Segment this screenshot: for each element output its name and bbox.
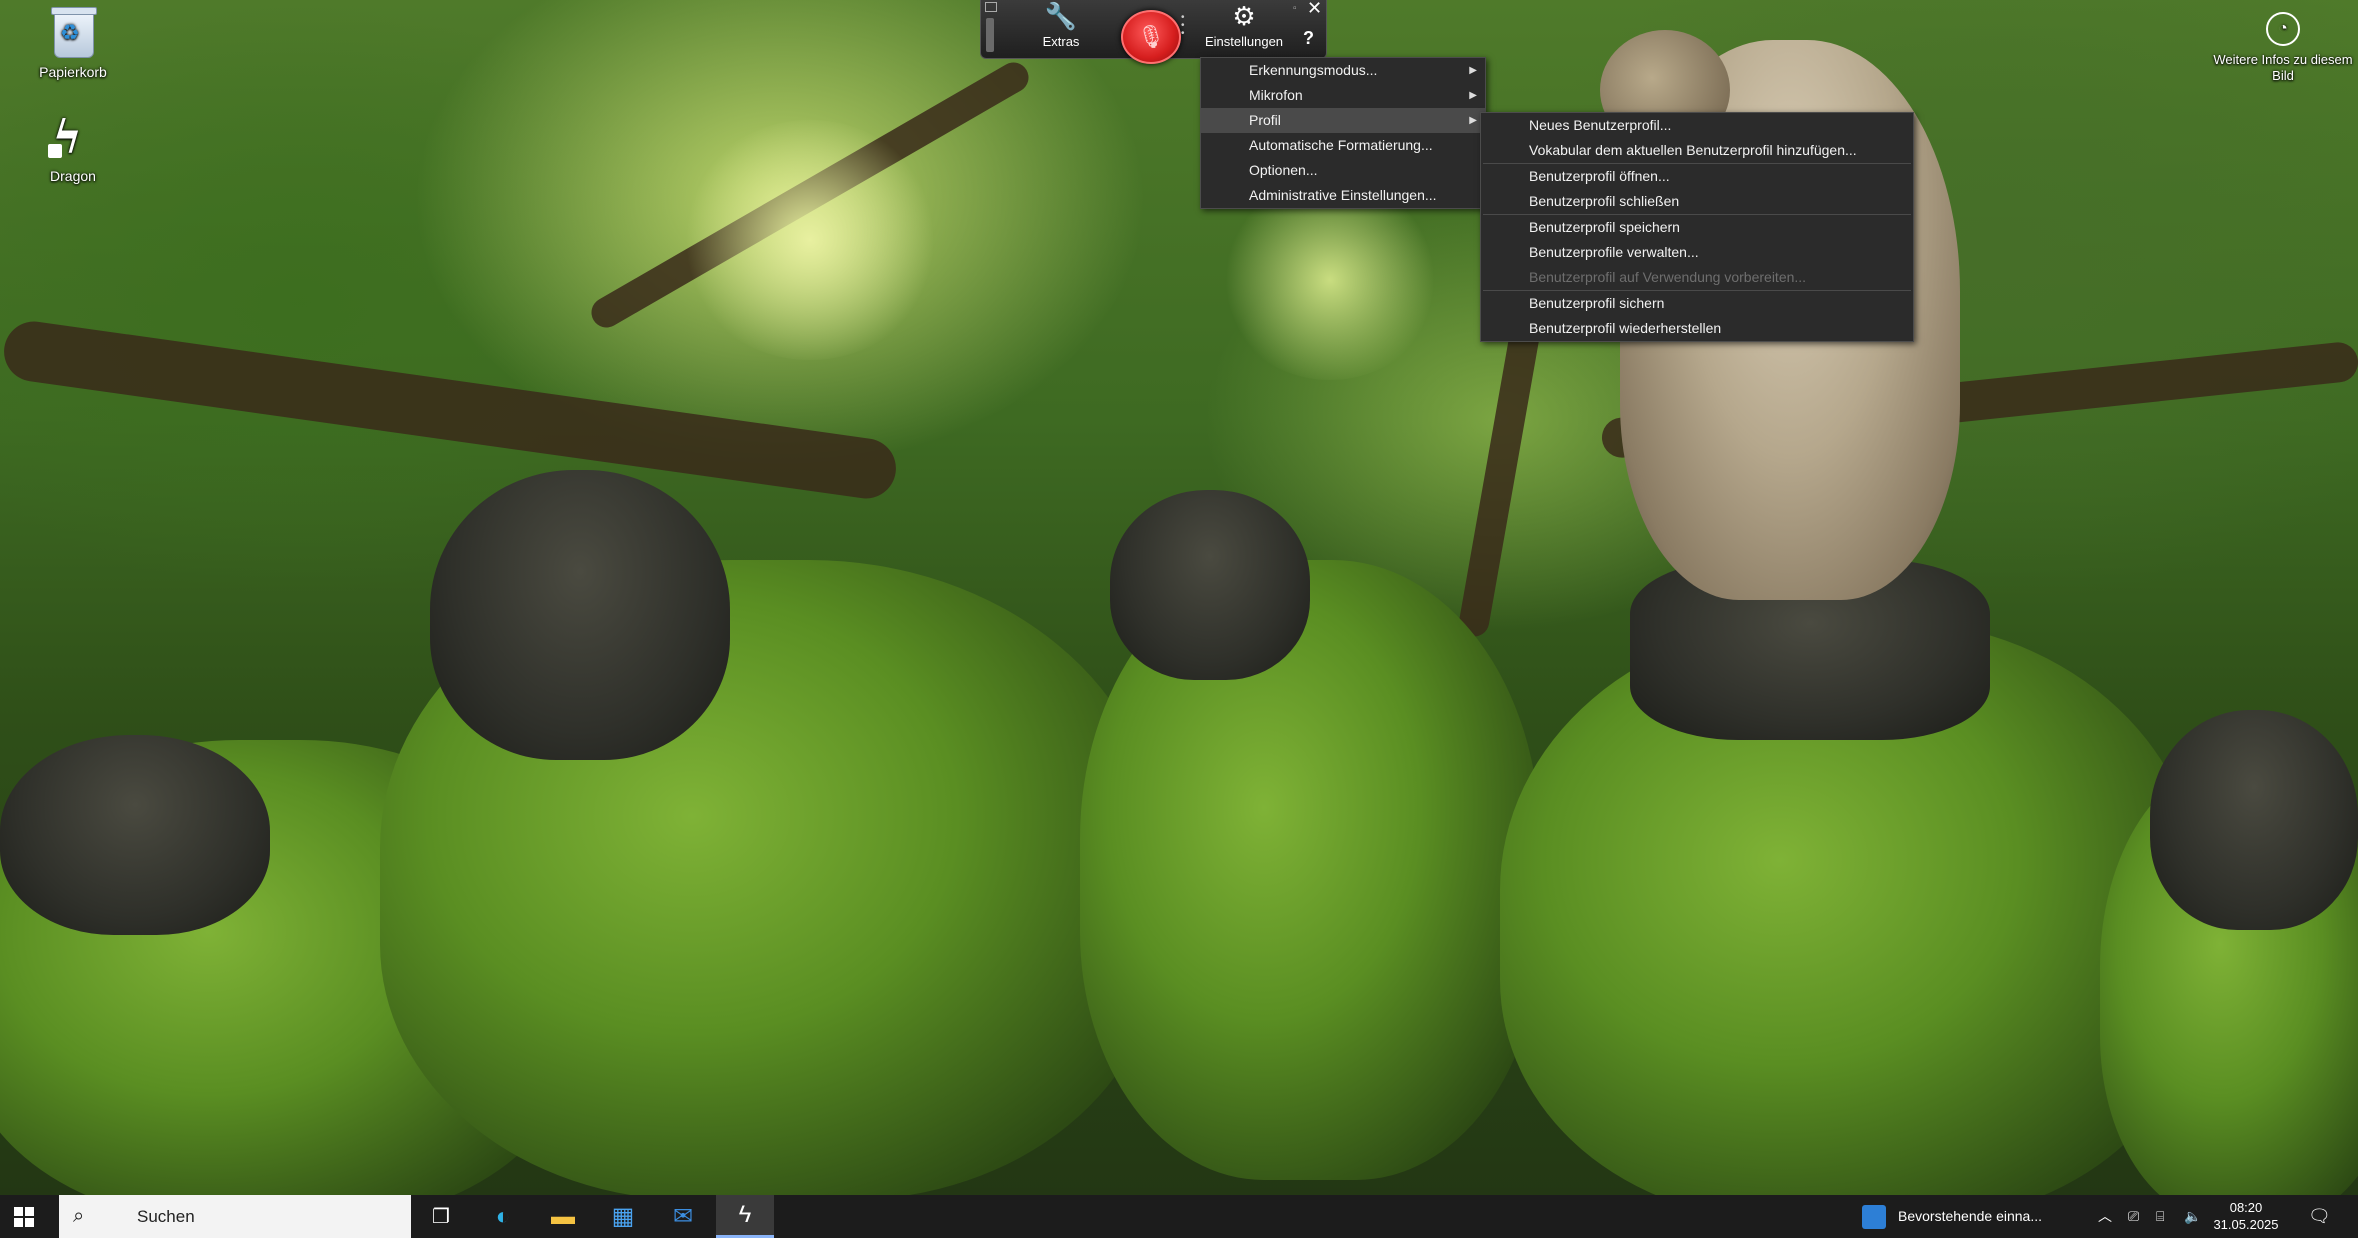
chevron-right-icon: ▶ [1469, 90, 1477, 101]
menu-item-label: Benutzerprofil auf Verwendung vorbereite… [1529, 269, 1807, 285]
desktop-icon-dragon[interactable]: ϟ Dragon [18, 110, 128, 184]
menu-item-label: Benutzerprofil sichern [1529, 295, 1665, 311]
task-view-icon[interactable]: ❐ [412, 1195, 470, 1238]
menu-item-label: Benutzerprofil öffnen... [1529, 168, 1670, 184]
gear-icon: ⚙ [1232, 1, 1256, 31]
news-widget-text[interactable]: Bevorstehende einna... [1898, 1195, 2042, 1238]
menu-item-mikrofon[interactable]: Mikrofon ▶ [1201, 83, 1485, 108]
menu-item-benutzerprofil-vorbereiten: Benutzerprofil auf Verwendung vorbereite… [1481, 265, 1913, 290]
menu-item-automatische-formatierung[interactable]: Automatische Formatierung... [1201, 133, 1485, 158]
mail-icon[interactable]: ✉ [654, 1195, 712, 1238]
camera-info-icon: ◔ [2266, 12, 2300, 46]
settings-label: Einstellungen [1204, 34, 1284, 49]
windows-start-icon[interactable] [14, 1207, 34, 1227]
settings-button[interactable]: ⚙ Einstellungen [1199, 0, 1289, 49]
dragon-bar: 🔧 Extras 🎙 • • • ⚙ Einstellungen ▫ ✕ ? [980, 0, 1327, 64]
menu-item-label: Benutzerprofil speichern [1529, 219, 1680, 235]
menu-item-label: Administrative Einstellungen... [1249, 187, 1437, 203]
clock-date: 31.05.2025 [2213, 1217, 2279, 1232]
device-icon[interactable]: ⎚ [2128, 1195, 2139, 1238]
menu-item-label: Erkennungsmodus... [1249, 62, 1378, 78]
menu-item-benutzerprofil-schliessen[interactable]: Benutzerprofil schließen [1481, 189, 1913, 214]
store-icon[interactable]: ▦ [594, 1195, 652, 1238]
menu-item-label: Vokabular dem aktuellen Benutzerprofil h… [1529, 142, 1857, 158]
statue-head [0, 735, 270, 935]
menu-item-optionen[interactable]: Optionen... [1201, 158, 1485, 183]
menu-item-benutzerprofile-verwalten[interactable]: Benutzerprofile verwalten... [1481, 240, 1913, 265]
menu-item-erkennungsmodus[interactable]: Erkennungsmodus... ▶ [1201, 58, 1485, 83]
volume-icon[interactable]: 🔈 [2184, 1195, 2201, 1238]
image-info-label: Weitere Infos zu diesem Bild [2213, 52, 2353, 83]
menu-item-label: Mikrofon [1249, 87, 1303, 103]
taskbar-search-input[interactable]: ⌕ Suchen [59, 1195, 411, 1238]
edge-icon[interactable]: ◐ [474, 1195, 532, 1238]
extras-label: Extras [1042, 34, 1080, 49]
menu-item-label: Benutzerprofil wiederherstellen [1529, 320, 1722, 336]
mic-level-indicator: • • • [1181, 12, 1185, 39]
search-icon: ⌕ [73, 1205, 85, 1227]
minimize-icon[interactable] [985, 2, 997, 12]
menu-item-label: Automatische Formatierung... [1249, 137, 1433, 153]
light-patch [1220, 180, 1440, 380]
menu-item-label: Benutzerprofil schließen [1529, 193, 1680, 209]
menu-item-label: Neues Benutzerprofil... [1529, 117, 1672, 133]
taskbar-clock[interactable]: 08:20 31.05.2025 [2204, 1199, 2288, 1233]
desktop-icon-label: Dragon [50, 168, 96, 184]
dragon-icon: ϟ [46, 110, 100, 164]
wrench-icon: 🔧 [1044, 1, 1078, 31]
extras-button[interactable]: 🔧 Extras [1031, 0, 1091, 49]
recycle-bin-icon: ♻ [46, 6, 100, 60]
menu-item-benutzerprofil-sichern[interactable]: Benutzerprofil sichern [1481, 291, 1913, 316]
menu-item-benutzerprofil-wiederherstellen[interactable]: Benutzerprofil wiederherstellen [1481, 316, 1913, 341]
menu-item-benutzerprofil-oeffnen[interactable]: Benutzerprofil öffnen... [1481, 164, 1913, 189]
menu-item-administrative-einstellungen[interactable]: Administrative Einstellungen... [1201, 183, 1485, 208]
profile-submenu: Neues Benutzerprofil... Vokabular dem ak… [1480, 112, 1914, 342]
network-icon[interactable]: ⌸ [2156, 1195, 2164, 1238]
chevron-right-icon: ▶ [1469, 65, 1477, 76]
chevron-up-icon[interactable]: ︿ [2098, 1195, 2112, 1238]
statue-head [1110, 490, 1310, 680]
news-icon[interactable] [1862, 1205, 1886, 1229]
menu-item-label: Benutzerprofile verwalten... [1529, 244, 1699, 260]
help-button[interactable]: ? [1303, 28, 1314, 49]
statue-head [430, 470, 730, 760]
taskbar: ⌕ Suchen ❐ ◐ ▬ ▦ ✉ ϟ Bevorstehende einna… [0, 1195, 2358, 1238]
desktop-background [0, 0, 2358, 1195]
dragon-icon[interactable]: ϟ [716, 1195, 774, 1238]
desktop-icon-label: Papierkorb [39, 64, 107, 80]
file-explorer-icon[interactable]: ▬ [534, 1195, 592, 1238]
microphone-icon: 🎙 [1137, 24, 1165, 49]
clock-time: 08:20 [2229, 1200, 2263, 1215]
settings-menu: Erkennungsmodus... ▶ Mikrofon ▶ Profil ▶… [1200, 57, 1486, 209]
restore-icon[interactable]: ▫ [1293, 3, 1297, 14]
menu-item-benutzerprofil-speichern[interactable]: Benutzerprofil speichern [1481, 215, 1913, 240]
menu-item-label: Optionen... [1249, 162, 1318, 178]
menu-item-neues-benutzerprofil[interactable]: Neues Benutzerprofil... [1481, 113, 1913, 138]
image-info-button[interactable]: ◔ Weitere Infos zu diesem Bild [2208, 12, 2358, 84]
light-patch [680, 120, 940, 360]
drag-handle[interactable] [986, 18, 994, 52]
menu-item-profil[interactable]: Profil ▶ [1201, 108, 1485, 133]
menu-item-label: Profil [1249, 112, 1281, 128]
search-placeholder: Suchen [137, 1207, 195, 1226]
menu-item-vokabular-hinzufuegen[interactable]: Vokabular dem aktuellen Benutzerprofil h… [1481, 138, 1913, 163]
chevron-right-icon: ▶ [1469, 115, 1477, 126]
statue-head [2150, 710, 2358, 930]
microphone-button[interactable]: 🎙 [1121, 10, 1181, 64]
close-button[interactable]: ✕ [1307, 0, 1322, 17]
desktop-icon-recycle-bin[interactable]: ♻ Papierkorb [18, 6, 128, 80]
notification-icon[interactable]: 🗨 [2308, 1195, 2331, 1238]
